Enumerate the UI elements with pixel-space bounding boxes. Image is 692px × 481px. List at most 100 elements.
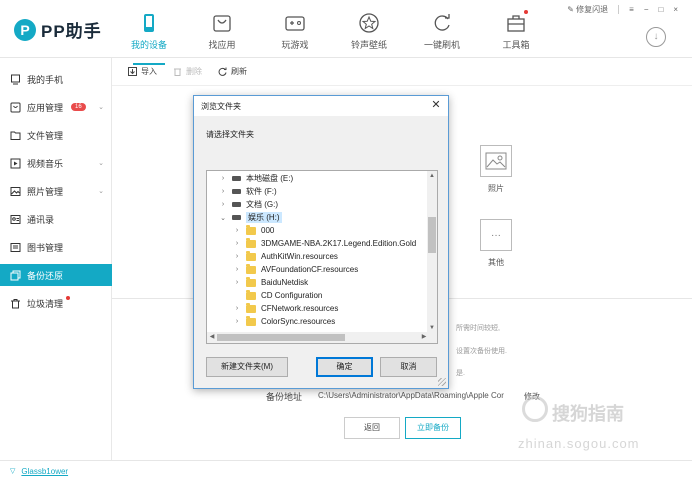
- notification-dot: [66, 296, 70, 300]
- folder-icon: [246, 224, 256, 235]
- sidebar-item-my-phone[interactable]: 我的手机: [0, 68, 112, 90]
- tree-item-folder[interactable]: › 3DMGAME-NBA.2K17.Legend.Edition.Gold: [233, 237, 416, 250]
- device-name-link[interactable]: Glassb1ower: [21, 467, 68, 476]
- close-button[interactable]: ×: [673, 5, 678, 14]
- nav-flash[interactable]: 一键刷机: [412, 12, 472, 51]
- chevron-right-icon[interactable]: ›: [233, 279, 241, 286]
- sidebar-item-video-music[interactable]: 视频音乐 ⌄: [0, 152, 112, 174]
- tree-item-label: ColorSync.resources: [261, 317, 336, 326]
- nav-find-apps[interactable]: 找应用: [192, 12, 252, 51]
- drive-icon: [232, 189, 241, 194]
- tree-item-drive-selected[interactable]: ⌄ 娱乐 (H:): [219, 211, 282, 224]
- backup-now-button[interactable]: 立即备份: [405, 417, 461, 439]
- tree-item-label: CD Configuration: [261, 291, 323, 300]
- delete-button[interactable]: 删除: [173, 66, 202, 77]
- new-folder-button[interactable]: 新建文件夹(M): [206, 357, 288, 377]
- tree-item-folder[interactable]: › AVFoundationCF.resources: [233, 263, 358, 276]
- resize-grip[interactable]: [438, 378, 446, 386]
- minimize-button[interactable]: −: [644, 5, 649, 14]
- close-icon[interactable]: ✕: [430, 99, 442, 111]
- vertical-scrollbar[interactable]: ▲ ▼: [427, 171, 437, 333]
- backup-category-photos[interactable]: 照片: [476, 145, 516, 194]
- tree-item-label: CFNetwork.resources: [261, 304, 339, 313]
- sidebar-item-contacts[interactable]: 通讯录: [0, 208, 112, 230]
- nav-my-device[interactable]: 我的设备: [119, 12, 179, 65]
- repair-crash-button[interactable]: ✎ 修复闪退: [567, 4, 608, 15]
- folder-icon: [246, 302, 256, 313]
- import-button[interactable]: 导入: [128, 66, 157, 77]
- chevron-right-icon[interactable]: ›: [219, 188, 227, 195]
- tree-item-label: AuthKitWin.resources: [261, 252, 338, 261]
- notification-dot: [524, 10, 528, 14]
- nav-label: 玩游戏: [281, 40, 309, 50]
- sidebar-item-photo-manage[interactable]: 照片管理 ⌄: [0, 180, 112, 202]
- menu-button[interactable]: ≡: [629, 5, 634, 14]
- tree-item-label: 000: [261, 226, 275, 235]
- watermark-url: zhinan.sogou.com: [518, 436, 640, 451]
- chevron-right-icon[interactable]: ›: [233, 266, 241, 273]
- tree-item-folder[interactable]: CD Configuration: [233, 289, 322, 302]
- chevron-right-icon[interactable]: ›: [219, 201, 227, 208]
- ok-button[interactable]: 确定: [316, 357, 373, 377]
- app-manage-icon: [10, 102, 21, 112]
- sidebar-item-file-manage[interactable]: 文件管理: [0, 124, 112, 146]
- gamepad-icon: [285, 16, 305, 31]
- folder-icon: [246, 276, 256, 287]
- chevron-right-icon[interactable]: ›: [233, 227, 241, 234]
- photo-frame-icon: [480, 145, 512, 177]
- tree-item-folder[interactable]: › BaiduNetdisk: [233, 276, 308, 289]
- sidebar-item-label: 图书管理: [27, 242, 64, 253]
- sidebar-item-trash-clean[interactable]: 垃圾清理: [0, 292, 112, 314]
- scroll-up-icon[interactable]: ▲: [427, 171, 437, 181]
- folder-tree[interactable]: › 本地磁盘 (E:) › 软件 (F:) › 文档 (G:) ⌄ 娱乐 (H:…: [206, 170, 438, 344]
- tree-item-folder[interactable]: › CFNetwork.resources: [233, 302, 338, 315]
- scrollbar-thumb[interactable]: [217, 334, 345, 341]
- chevron-down-icon: ⌄: [98, 160, 104, 167]
- tree-item-drive[interactable]: › 本地磁盘 (E:): [219, 172, 293, 185]
- chevron-right-icon[interactable]: ›: [233, 305, 241, 312]
- cancel-button[interactable]: 取消: [380, 357, 437, 377]
- triangle-down-icon: ▽: [10, 468, 16, 475]
- backup-category-other[interactable]: ··· 其他: [476, 219, 516, 268]
- nav-toolbox[interactable]: 工具箱: [486, 10, 546, 51]
- trash-icon: [174, 68, 181, 76]
- scroll-left-icon[interactable]: ◀: [207, 332, 217, 343]
- back-button[interactable]: 返回: [344, 417, 400, 439]
- nav-label: 铃声壁纸: [350, 40, 387, 50]
- chevron-right-icon[interactable]: ›: [233, 253, 241, 260]
- download-manager-button[interactable]: ↓: [646, 27, 666, 47]
- app-store-icon: [213, 15, 231, 32]
- tree-item-folder[interactable]: › 000: [233, 224, 274, 237]
- tree-item-folder[interactable]: › ColorSync.resources: [233, 315, 335, 328]
- refresh-button[interactable]: 刷新: [218, 66, 247, 77]
- divider: [618, 5, 620, 14]
- chevron-right-icon[interactable]: ›: [233, 240, 241, 247]
- maximize-button[interactable]: □: [658, 5, 663, 14]
- nav-play-games[interactable]: 玩游戏: [265, 12, 325, 51]
- phone-outline-icon: [11, 74, 20, 84]
- chevron-down-icon[interactable]: ⌄: [219, 214, 227, 222]
- nav-ringtones[interactable]: 铃声壁纸: [339, 12, 399, 51]
- horizontal-scrollbar[interactable]: ◀ ▶: [207, 332, 437, 343]
- sidebar-item-label: 垃圾清理: [27, 298, 64, 309]
- sidebar-item-label: 通讯录: [27, 214, 55, 225]
- app-title: PP助手: [41, 22, 102, 41]
- app-logo: P PP助手: [14, 17, 102, 42]
- trash-icon: [11, 298, 20, 308]
- sidebar-item-app-manage[interactable]: 应用管理 16 ⌄: [0, 96, 112, 118]
- delete-label: 删除: [186, 67, 202, 76]
- sidebar-item-backup-restore[interactable]: 备份还原: [0, 264, 112, 286]
- tree-item-drive[interactable]: › 文档 (G:): [219, 198, 278, 211]
- tree-item-label: 文档 (G:): [246, 200, 278, 209]
- app-header: P PP助手 我的设备 找应用 玩游戏 铃声壁纸 一键刷机 工具箱 ✎ 修复闪退…: [0, 0, 692, 65]
- hint-text: 是.: [456, 370, 465, 377]
- scrollbar-thumb[interactable]: [428, 217, 436, 253]
- status-bar: ▽ Glassb1ower: [0, 460, 692, 481]
- backup-address-value: C:\Users\Administrator\AppData\Roaming\A…: [318, 391, 504, 400]
- sidebar-item-book-manage[interactable]: 图书管理: [0, 236, 112, 258]
- scroll-right-icon[interactable]: ▶: [419, 332, 429, 343]
- chevron-right-icon[interactable]: ›: [233, 318, 241, 325]
- tree-item-folder[interactable]: › AuthKitWin.resources: [233, 250, 338, 263]
- chevron-right-icon[interactable]: ›: [219, 175, 227, 182]
- tree-item-drive[interactable]: › 软件 (F:): [219, 185, 277, 198]
